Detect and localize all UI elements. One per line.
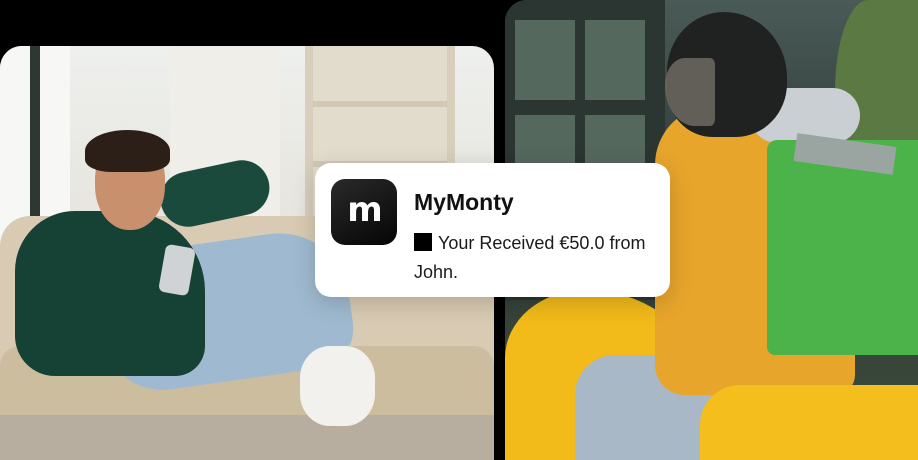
- payment-notification[interactable]: m MyMonty Your Received €50.0 from John.: [315, 163, 670, 297]
- delivery-bag: [767, 140, 918, 355]
- sock: [300, 346, 375, 426]
- visor: [665, 58, 715, 126]
- mymonty-app-icon: m: [331, 179, 397, 245]
- black-square-icon: [414, 233, 432, 251]
- notification-title: MyMonty: [414, 189, 514, 215]
- floor: [0, 415, 494, 460]
- notification-message: Your Received €50.0 from John.: [414, 233, 646, 282]
- app-icon-letter: m: [347, 190, 382, 230]
- scooter-seat: [700, 385, 918, 460]
- notification-body: Your Received €50.0 from John.: [414, 229, 654, 287]
- hair: [85, 130, 170, 172]
